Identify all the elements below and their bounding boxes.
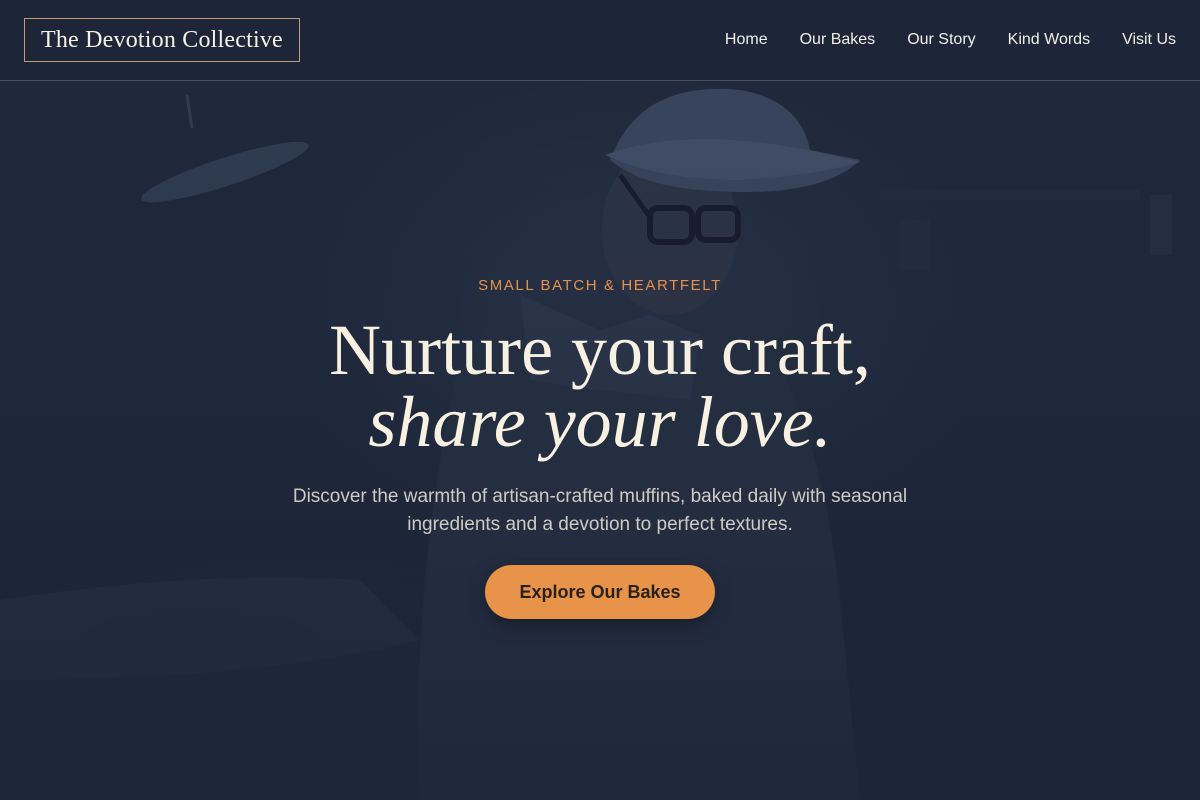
- hero-eyebrow: SMALL BATCH & HEARTFELT: [478, 277, 722, 294]
- nav-our-bakes[interactable]: Our Bakes: [800, 31, 876, 49]
- headline-line-1: Nurture your craft,: [329, 310, 871, 390]
- nav-visit-us[interactable]: Visit Us: [1122, 31, 1176, 49]
- nav-home[interactable]: Home: [725, 31, 768, 49]
- headline-line-2: share your love.: [368, 382, 832, 462]
- hero-headline: Nurture your craft, share your love.: [0, 314, 1200, 458]
- page: The Devotion Collective Home Our Bakes O…: [0, 0, 1200, 800]
- site-header: The Devotion Collective Home Our Bakes O…: [0, 0, 1200, 81]
- main-nav: Home Our Bakes Our Story Kind Words Visi…: [725, 0, 1176, 80]
- site-logo[interactable]: The Devotion Collective: [24, 18, 300, 62]
- hero-section: SMALL BATCH & HEARTFELT Nurture your cra…: [0, 80, 1200, 800]
- nav-kind-words[interactable]: Kind Words: [1008, 31, 1090, 49]
- hero-description: Discover the warmth of artisan-crafted m…: [292, 486, 908, 535]
- nav-our-story[interactable]: Our Story: [907, 31, 975, 49]
- explore-bakes-button[interactable]: Explore Our Bakes: [485, 565, 715, 619]
